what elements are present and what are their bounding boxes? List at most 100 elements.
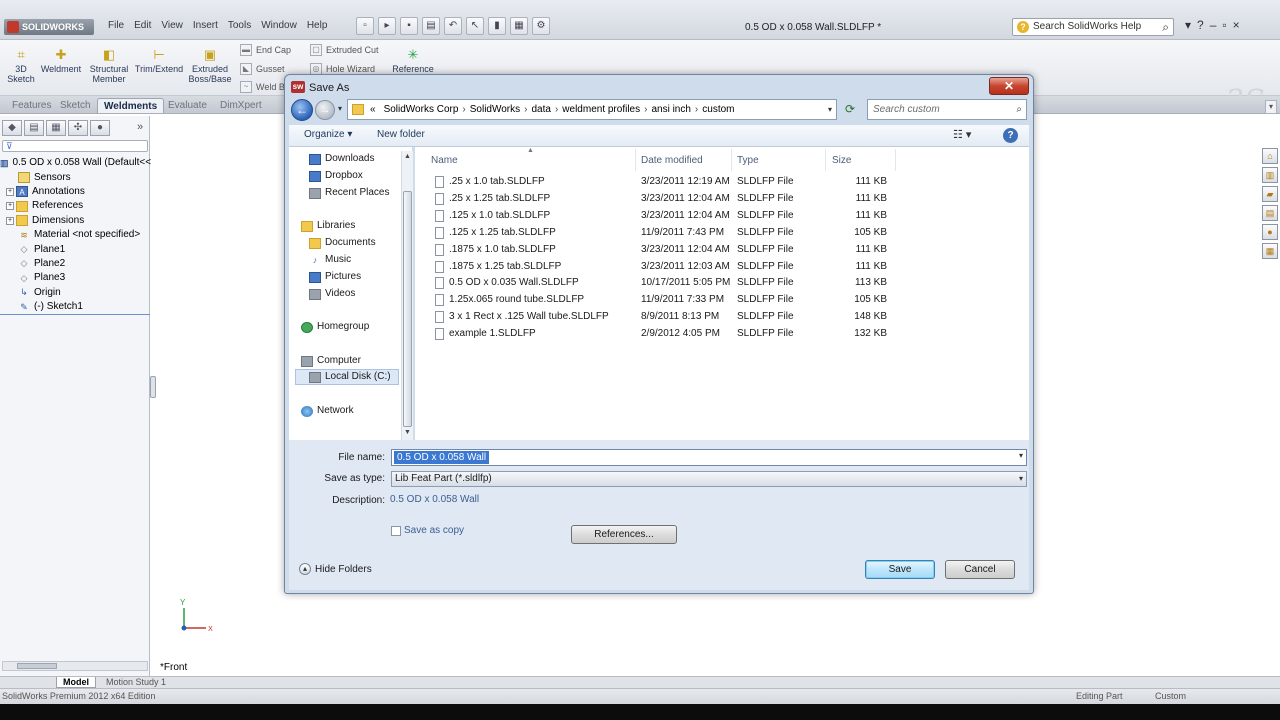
3d-sketch-button[interactable]: ⌗ 3D Sketch	[6, 48, 36, 85]
extruded-cut-button[interactable]: ▢ Extruded Cut	[310, 44, 379, 56]
search-input[interactable]: Search custom ⌕	[867, 99, 1027, 120]
undo-icon[interactable]: ↶	[444, 17, 462, 35]
design-library-icon[interactable]: ▥	[1262, 167, 1278, 183]
tab-sketch[interactable]: Sketch	[54, 98, 97, 113]
menu-help[interactable]: Help	[307, 20, 328, 31]
column-header-name[interactable]: Name	[431, 155, 458, 166]
options-icon[interactable]: ⚙	[532, 17, 550, 35]
help-dropdown-icon[interactable]: ▾	[1185, 18, 1191, 32]
file-explorer-icon[interactable]: ▰	[1262, 186, 1278, 202]
file-name-input[interactable]: 0.5 OD x 0.058 Wall ▾	[391, 449, 1027, 466]
file-row[interactable]: .25 x 1.0 tab.SLDLFP 3/23/2011 12:19 AM SL…	[415, 174, 1029, 191]
trim-extend-button[interactable]: ⊢ Trim/Extend	[134, 48, 184, 75]
question-icon[interactable]: ?	[1197, 18, 1204, 32]
open-icon[interactable]: ▸	[378, 17, 396, 35]
file-row[interactable]: .1875 x 1.25 tab.SLDLFP 3/23/2011 12:03 A…	[415, 259, 1029, 276]
end-cap-button[interactable]: ▬ End Cap	[240, 44, 291, 56]
horizontal-scrollbar[interactable]	[2, 661, 148, 671]
minimize-window-icon[interactable]: –	[1210, 18, 1217, 32]
save-as-type-dropdown-icon[interactable]: ▾	[1019, 472, 1023, 486]
save-as-copy-checkbox[interactable]: Save as copy	[391, 525, 464, 536]
column-divider[interactable]	[731, 149, 732, 171]
dimxpert-tab-icon[interactable]: ✣	[68, 120, 88, 136]
property-manager-tab-icon[interactable]: ▤	[24, 120, 44, 136]
nav-item-computer[interactable]: Computer	[301, 353, 411, 369]
view-palette-icon[interactable]: ▤	[1262, 205, 1278, 221]
file-row[interactable]: 1.25x.065 round tube.SLDLFP 11/9/2011 7:3…	[415, 292, 1029, 309]
tree-item-annotations[interactable]: + A Annotations	[0, 185, 150, 199]
viewport-split-icon[interactable]: ▾	[1265, 100, 1277, 114]
tab-motion-study[interactable]: Motion Study 1	[100, 677, 172, 688]
nav-item-local-disk[interactable]: Local Disk (C:)	[295, 369, 399, 385]
address-bar[interactable]: « SolidWorks Corp › SolidWorks › data › wel…	[347, 99, 837, 120]
file-properties-icon[interactable]: ▦	[510, 17, 528, 35]
print-icon[interactable]: ▤	[422, 17, 440, 35]
rebuild-icon[interactable]: ▮	[488, 17, 506, 35]
save-as-type-select[interactable]: Lib Feat Part (*.sldlfp) ▾	[391, 471, 1027, 487]
file-row[interactable]: 3 x 1 Rect x .125 Wall tube.SLDLFP 8/9/20…	[415, 309, 1029, 326]
file-row[interactable]: .1875 x 1.0 tab.SLDLFP 3/23/2011 12:04 AM…	[415, 242, 1029, 259]
breadcrumb-overflow[interactable]: «	[370, 100, 376, 119]
search-icon[interactable]: ⌕	[1162, 19, 1169, 35]
extruded-boss-button[interactable]: ▣ Extruded Boss/Base	[188, 48, 232, 85]
tab-dimxpert[interactable]: DimXpert	[214, 98, 268, 113]
tree-item-part[interactable]: ▥ 0.5 OD x 0.058 Wall (Default<<	[0, 156, 151, 170]
new-document-icon[interactable]: ▫	[356, 17, 374, 35]
file-row[interactable]: .25 x 1.25 tab.SLDLFP 3/23/2011 12:04 AM S…	[415, 191, 1029, 208]
references-button[interactable]: References...	[571, 525, 677, 544]
scroll-up-icon[interactable]: ▲	[404, 153, 411, 160]
scrollbar-thumb[interactable]	[17, 663, 57, 669]
menu-tools[interactable]: Tools	[228, 20, 251, 31]
file-row[interactable]: example 1.SLDLFP 2/9/2012 4:05 PM SLDLFP F…	[415, 326, 1029, 343]
organize-button[interactable]: Organize ▾	[304, 129, 352, 140]
custom-properties-icon[interactable]: ▦	[1262, 243, 1278, 259]
forward-button[interactable]: →	[315, 100, 335, 120]
address-dropdown-icon[interactable]: ▾	[828, 100, 832, 119]
tab-weldments[interactable]: Weldments	[97, 98, 165, 113]
status-units[interactable]: Custom	[1155, 689, 1186, 704]
nav-item-libraries[interactable]: Libraries	[301, 218, 411, 234]
tab-model[interactable]: Model	[56, 677, 96, 688]
hide-folders-button[interactable]: ▴ Hide Folders	[299, 563, 372, 575]
cancel-button[interactable]: Cancel	[945, 560, 1015, 579]
history-dropdown-icon[interactable]: ▾	[338, 104, 342, 113]
search-icon[interactable]: ⌕	[1016, 100, 1022, 119]
column-divider[interactable]	[635, 149, 636, 171]
tab-evaluate[interactable]: Evaluate	[162, 98, 213, 113]
new-folder-button[interactable]: New folder	[377, 129, 425, 140]
file-row[interactable]: 0.5 OD x 0.035 Wall.SLDLFP 10/17/2011 5:0…	[415, 275, 1029, 292]
expand-icon[interactable]: +	[6, 202, 14, 211]
menu-insert[interactable]: Insert	[193, 20, 218, 31]
solidworks-resources-icon[interactable]: ⌂	[1262, 148, 1278, 164]
file-row[interactable]: .125 x 1.25 tab.SLDLFP 11/9/2011 7:43 PM S…	[415, 225, 1029, 242]
tree-item-plane2[interactable]: ◇ Plane2	[0, 257, 150, 271]
maximize-window-icon[interactable]: ▫	[1222, 18, 1226, 32]
breadcrumb-item[interactable]: SolidWorks Corp	[384, 100, 459, 119]
chevron-right-icon[interactable]: »	[137, 121, 143, 133]
tree-rollback-bar[interactable]	[0, 314, 150, 315]
weld-bead-button[interactable]: ~ Weld B	[240, 81, 285, 93]
tree-item-sensors[interactable]: Sensors	[0, 170, 150, 184]
refresh-icon[interactable]: ⟳	[841, 100, 859, 119]
breadcrumb-item[interactable]: data	[531, 100, 550, 119]
close-button[interactable]: ✕	[989, 77, 1029, 95]
appearances-icon[interactable]: ●	[1262, 224, 1278, 240]
panel-splitter-handle[interactable]	[150, 376, 156, 398]
solidworks-logo[interactable]: SOLIDWORKS	[4, 19, 94, 35]
help-icon[interactable]: ?	[1003, 128, 1018, 143]
close-window-icon[interactable]: ×	[1233, 18, 1240, 32]
save-icon[interactable]: ▪	[400, 17, 418, 35]
tree-item-dimensions[interactable]: + Dimensions	[0, 214, 150, 228]
weldment-button[interactable]: ✚ Weldment	[40, 48, 82, 75]
file-name-dropdown-icon[interactable]: ▾	[1019, 451, 1023, 460]
navigation-scrollbar[interactable]: ▲ ▼	[401, 151, 413, 440]
feature-filter-input[interactable]: ⊽	[2, 140, 148, 152]
dialog-title-bar[interactable]: sw Save As ✕	[285, 75, 1033, 99]
select-icon[interactable]: ↖	[466, 17, 484, 35]
tree-item-origin[interactable]: ↳ Origin	[0, 286, 150, 300]
configuration-manager-tab-icon[interactable]: ▦	[46, 120, 66, 136]
breadcrumb-item[interactable]: custom	[702, 100, 734, 119]
file-row[interactable]: .125 x 1.0 tab.SLDLFP 3/23/2011 12:04 AM S…	[415, 208, 1029, 225]
nav-item-homegroup[interactable]: Homegroup	[301, 319, 411, 335]
nav-item-network[interactable]: Network	[301, 403, 411, 419]
